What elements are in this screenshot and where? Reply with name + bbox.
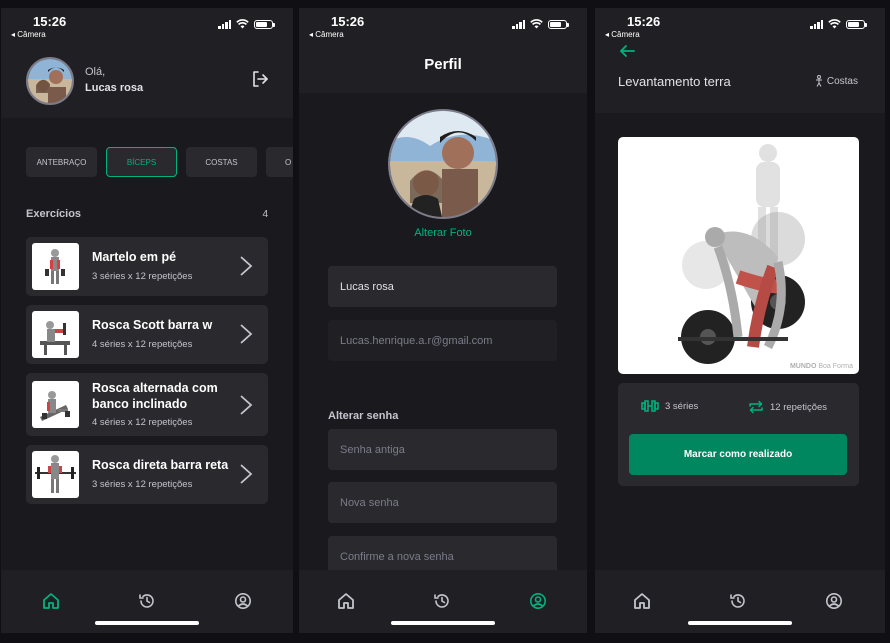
avatar-photo [28,59,72,103]
repeat-icon [749,400,763,414]
mark-done-button[interactable]: Marcar como realizado [629,434,847,475]
exercise-screen: 15:26 ◂ Câmera Levantamento terra Costas… [595,8,885,633]
wifi-icon [530,19,543,29]
wifi-icon [828,19,841,29]
user-name: Lucas rosa [85,82,144,94]
exercise-illustration: MUNDO Boa Forma [618,137,859,374]
exercises-title: Exercícios [26,208,82,220]
exercise-card[interactable]: Rosca Scott barra w 4 séries x 12 repeti… [26,305,268,364]
exercise-thumbnail [32,243,79,290]
series-label: 3 séries [665,400,699,412]
exercise-meta: 3 séries x 12 repetições [92,479,193,490]
wifi-icon [236,19,249,29]
exercise-card[interactable]: Martelo em pé 3 séries x 12 repetições [26,237,268,296]
exercise-meta: 4 séries x 12 repetições [92,339,193,350]
exercise-meta: 3 séries x 12 repetições [92,271,193,282]
muscle-group-list: ANTEBRAÇO BÍCEPS COSTAS O [26,147,293,177]
history-icon[interactable] [138,592,156,610]
exercises-count: 4 [262,209,268,220]
old-password-input[interactable]: Senha antiga [328,429,557,470]
exercise-thumbnail [32,311,79,358]
body-icon [815,75,822,87]
exercise-meta: 4 séries x 12 repetições [92,417,193,428]
status-bar: 15:26 ◂ Câmera [595,8,885,44]
signal-icon [512,19,525,29]
history-icon[interactable] [729,592,747,610]
signal-icon [810,19,823,29]
profile-icon[interactable] [825,592,843,610]
avatar-photo [390,111,496,217]
watermark: MUNDO Boa Forma [789,363,853,370]
exercise-name: Rosca Scott barra w [92,318,213,332]
chevron-right-icon [240,256,253,276]
battery-icon [548,19,569,29]
profile-photo[interactable] [388,109,498,219]
change-password-heading: Alterar senha [328,410,399,422]
chevron-right-icon [240,324,253,344]
exercise-title: Levantamento terra [618,74,731,89]
page-title: Perfil [424,56,462,73]
history-icon[interactable] [433,592,451,610]
battery-icon [846,19,867,29]
profile-icon[interactable] [529,592,547,610]
status-time: 15:26 [33,14,67,29]
profile-screen: 15:26 ◂ Câmera Perfil Alterar Foto Lucas… [299,8,587,633]
exercise-card[interactable]: Rosca direta barra reta 3 séries x 12 re… [26,445,268,504]
back-to-camera-link[interactable]: ◂ Câmera [309,30,344,39]
chevron-right-icon [240,395,253,415]
status-time: 15:26 [331,14,365,29]
home-indicator [688,621,792,625]
profile-icon[interactable] [234,592,252,610]
exercise-name: Martelo em pé [92,250,177,264]
email-field: Lucas.henrique.a.r@gmail.com [328,320,557,361]
greeting-label: Olá, [85,66,106,78]
tab-bar [1,570,293,633]
home-screen: 15:26 ◂ Câmera Olá, Lucas rosa ANTEBRAÇO… [1,8,293,633]
status-bar: 15:26 ◂ Câmera [1,8,293,44]
new-password-input[interactable]: Nova senha [328,482,557,523]
name-field[interactable]: Lucas rosa [328,266,557,307]
arrow-left-icon[interactable] [619,44,635,58]
series-stat: 3 séries [641,400,698,412]
avatar[interactable] [26,57,74,105]
group-name: Costas [826,75,858,87]
home-indicator [391,621,495,625]
change-photo-link[interactable]: Alterar Foto [299,227,587,239]
reps-label: 12 repetições [770,401,828,413]
status-time: 15:26 [627,14,661,29]
exercise-thumbnail [32,451,79,498]
group-partial[interactable]: O [266,147,293,177]
dumbbell-icon [641,400,659,412]
signal-icon [218,19,231,29]
group-biceps[interactable]: BÍCEPS [106,147,177,177]
battery-icon [254,19,275,29]
home-indicator [95,621,199,625]
logout-icon[interactable] [251,70,269,88]
group-antebraco[interactable]: ANTEBRAÇO [26,147,97,177]
chevron-right-icon [240,464,253,484]
group-tag: Costas [814,75,858,87]
tab-bar [299,570,587,633]
home-icon[interactable] [42,592,60,610]
home-icon[interactable] [633,592,651,610]
exercise-name: Rosca direta barra reta [92,458,229,472]
home-icon[interactable] [337,592,355,610]
exercise-info-card: 3 séries 12 repetições Marcar como reali… [618,383,859,486]
reps-stat: 12 repetições [748,400,827,414]
tab-bar [595,570,885,633]
group-costas[interactable]: COSTAS [186,147,257,177]
back-to-camera-link[interactable]: ◂ Câmera [11,30,46,39]
exercise-name: Rosca alternada com banco inclinado [92,381,218,411]
back-to-camera-link[interactable]: ◂ Câmera [605,30,640,39]
status-bar: 15:26 ◂ Câmera [299,8,587,44]
exercise-card[interactable]: Rosca alternada com banco inclinado 4 sé… [26,373,268,436]
exercise-thumbnail [32,381,79,428]
